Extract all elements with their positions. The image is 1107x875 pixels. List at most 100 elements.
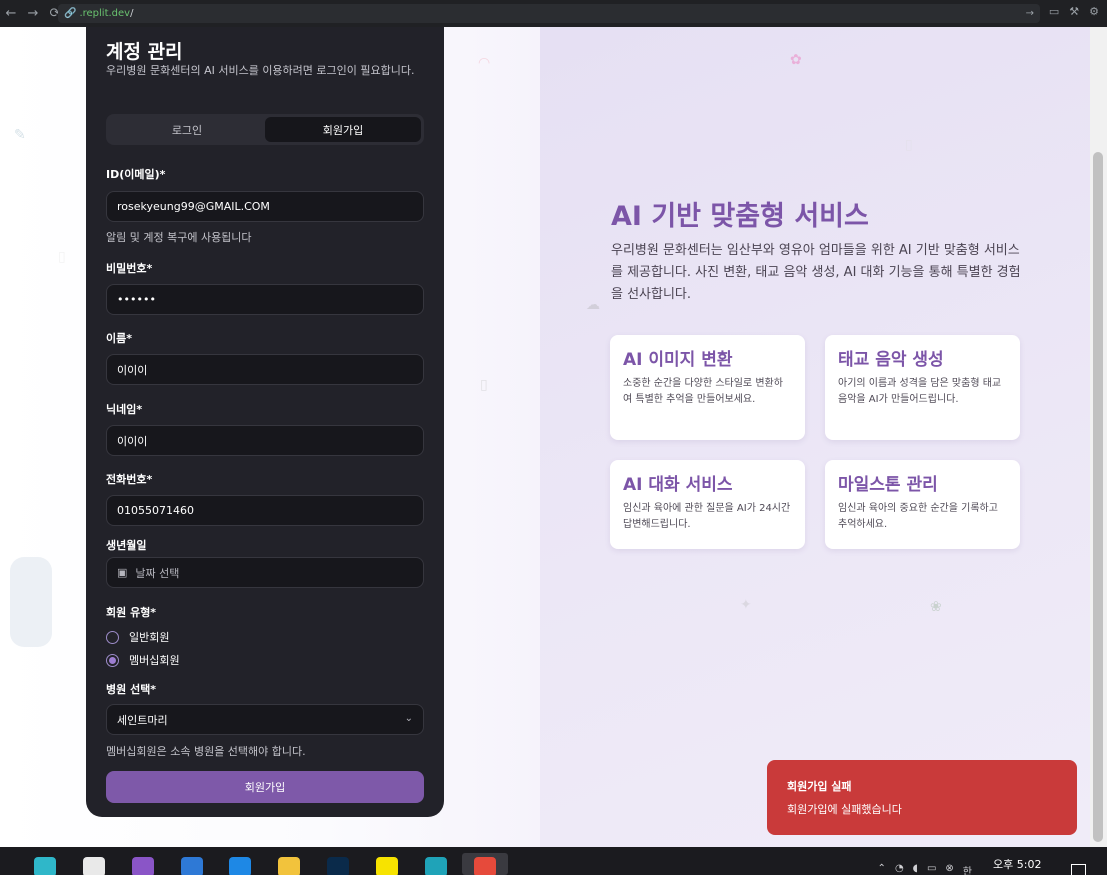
feature-card-milestone[interactable]: 마일스톤 관리 임신과 육아의 중요한 순간을 기록하고 추억하세요.: [825, 460, 1020, 549]
signup-button[interactable]: 회원가입: [106, 771, 424, 803]
wifi-icon[interactable]: ◔: [895, 863, 904, 875]
hero-description: 우리병원 문화센터는 임산부와 영유아 엄마들을 위한 AI 기반 맞춤형 서비…: [611, 243, 1021, 302]
browser-toolbar: ← → ⟳ 🔗 .replit.dev / → ▭ ⚒ ⚙: [0, 0, 1107, 27]
radio-general-member[interactable]: 일반회원: [106, 629, 169, 645]
birthdate-placeholder: 날짜 선택: [135, 566, 180, 580]
feature-title: 마일스톤 관리: [838, 475, 938, 495]
phone-field[interactable]: 01055071460: [106, 495, 424, 526]
scroll-thumb[interactable]: [1093, 152, 1103, 842]
radio-label: 멤버십회원: [129, 654, 180, 667]
feature-desc: 임신과 육아의 중요한 순간을 기록하고 추억하세요.: [838, 503, 998, 530]
chevron-up-icon[interactable]: ⌃: [878, 863, 886, 875]
ime-indicator[interactable]: 한: [963, 863, 972, 875]
capcut-icon[interactable]: [83, 857, 105, 875]
error-toast[interactable]: 회원가입 실패 회원가입에 실패했습니다: [767, 760, 1077, 835]
photoshop-icon[interactable]: [327, 857, 349, 875]
close-icon[interactable]: ⊗: [945, 863, 953, 875]
auth-tabs: 로그인 회원가입: [106, 114, 424, 145]
url-host: .replit.dev: [79, 8, 131, 19]
phone-label: 전화번호*: [106, 473, 153, 486]
battery-icon[interactable]: ▭: [927, 863, 936, 875]
back-icon[interactable]: ←: [0, 6, 22, 21]
bottle-icon: ▯: [58, 249, 66, 265]
notification-icon[interactable]: [1071, 864, 1086, 875]
id-label: ID(이메일)*: [106, 168, 166, 181]
feature-desc: 아기의 이름과 성격을 담은 맞춤형 태교 음악을 AI가 만들어드립니다.: [838, 378, 1002, 405]
star-icon: ✦: [740, 597, 752, 613]
chevron-down-icon: ⌄: [404, 713, 413, 724]
hospital-hint: 멤버십회원은 소속 병원을 선택해야 합니다.: [106, 745, 306, 758]
tab-login[interactable]: 로그인: [109, 117, 265, 142]
large-bottle-icon: [10, 557, 52, 647]
calendar-icon: ▣: [117, 566, 128, 579]
tab-signup[interactable]: 회원가입: [265, 117, 421, 142]
phone-value: 01055071460: [117, 504, 194, 517]
name-label: 이름*: [106, 332, 132, 345]
toast-title: 회원가입 실패: [787, 780, 852, 793]
bottle-icon: ▯: [480, 377, 488, 393]
rainbow-icon: ◠: [478, 55, 491, 71]
wrench-icon[interactable]: ⚒: [1069, 5, 1079, 18]
bow-icon: ✿: [790, 52, 802, 68]
password-label: 비밀번호*: [106, 262, 153, 275]
member-type-label: 회원 유형*: [106, 606, 157, 619]
toast-message: 회원가입에 실패했습니다: [787, 803, 902, 816]
birth-label: 생년월일: [106, 539, 147, 552]
auth-card: 계정 관리 우리병원 문화센터의 AI 서비스를 이용하려면 로그인이 필요합니…: [86, 27, 444, 817]
vscode-icon[interactable]: [181, 857, 203, 875]
go-icon[interactable]: →: [1026, 8, 1034, 19]
nickname-label: 닉네임*: [106, 403, 143, 416]
hero-title: AI 기반 맞춤형 서비스: [611, 201, 869, 232]
hospital-value: 세인트마리: [117, 713, 168, 727]
nickname-value: 이이이: [117, 434, 148, 448]
email-value: rosekyeung99@GMAIL.COM: [117, 200, 270, 213]
clock[interactable]: 오후 5:02: [993, 856, 1041, 872]
feature-card-music[interactable]: 태교 음악 생성 아기의 이름과 성격을 담은 맞춤형 태교 음악을 AI가 만…: [825, 335, 1020, 440]
email-field[interactable]: rosekyeung99@GMAIL.COM: [106, 191, 424, 222]
password-field[interactable]: ••••••: [106, 284, 424, 315]
birthdate-picker[interactable]: ▣ 날짜 선택: [106, 557, 424, 588]
bottle-icon: ▯: [905, 137, 913, 153]
radio-label: 일반회원: [129, 631, 170, 644]
windows-taskbar: ⌃ ◔ ◖ ▭ ⊗ 한 오후 5:02: [0, 847, 1107, 875]
page-viewport: ✎ ▯ ◠ ▯ ☁ ✿ ▯ ✦ ❀ 계정 관리 우리병원 문화센터의 AI 서비…: [0, 27, 1107, 847]
feature-card-chat[interactable]: AI 대화 서비스 임신과 육아에 관한 질문을 AI가 24시간 답변해드립니…: [610, 460, 805, 549]
card-description: 우리병원 문화센터의 AI 서비스를 이용하려면 로그인이 필요합니다.: [106, 64, 415, 77]
page-scrollbar[interactable]: [1090, 27, 1107, 847]
monitor-icon[interactable]: ▭: [1049, 5, 1059, 18]
system-tray: ⌃ ◔ ◖ ▭ ⊗ 한: [878, 863, 972, 875]
link-icon: 🔗: [64, 8, 77, 19]
feature-card-image[interactable]: AI 이미지 변환 소중한 순간을 다양한 스타일로 변환하여 특별한 추억을 …: [610, 335, 805, 440]
feature-title: AI 이미지 변환: [623, 350, 733, 370]
feature-title: 태교 음악 생성: [838, 350, 944, 370]
feature-desc: 임신과 육아에 관한 질문을 AI가 24시간 답변해드립니다.: [623, 503, 791, 530]
card-title: 계정 관리: [106, 41, 183, 63]
gear-icon[interactable]: ⚙: [1089, 5, 1099, 18]
edge-icon[interactable]: [425, 857, 447, 875]
radio-circle[interactable]: [106, 630, 119, 644]
address-bar[interactable]: 🔗 .replit.dev / →: [58, 4, 1040, 23]
radio-circle-checked[interactable]: [106, 653, 119, 667]
cloud-icon: ☁: [586, 297, 600, 313]
bluesky-icon[interactable]: [229, 857, 251, 875]
feature-desc: 소중한 순간을 다양한 스타일로 변환하여 특별한 추억을 만들어보세요.: [623, 378, 783, 405]
copilot-icon[interactable]: [34, 857, 56, 875]
nickname-field[interactable]: 이이이: [106, 425, 424, 456]
leaf-icon: ❀: [930, 599, 942, 615]
pacifier-icon: ✎: [14, 127, 26, 143]
radio-membership-member[interactable]: 멤버십회원: [106, 652, 180, 668]
chrome-icon[interactable]: [474, 857, 496, 875]
name-value: 이이이: [117, 363, 148, 377]
password-value: ••••••: [117, 293, 156, 306]
id-hint: 알림 및 계정 복구에 사용됩니다: [106, 231, 252, 244]
file-explorer-icon[interactable]: [278, 857, 300, 875]
github-desktop-icon[interactable]: [132, 857, 154, 875]
feature-title: AI 대화 서비스: [623, 475, 733, 495]
forward-icon[interactable]: →: [22, 6, 44, 21]
kakaotalk-icon[interactable]: [376, 857, 398, 875]
hospital-label: 병원 선택*: [106, 683, 157, 696]
url-path: /: [130, 8, 134, 19]
hospital-select[interactable]: 세인트마리 ⌄: [106, 704, 424, 735]
name-field[interactable]: 이이이: [106, 354, 424, 385]
volume-icon[interactable]: ◖: [913, 863, 918, 875]
